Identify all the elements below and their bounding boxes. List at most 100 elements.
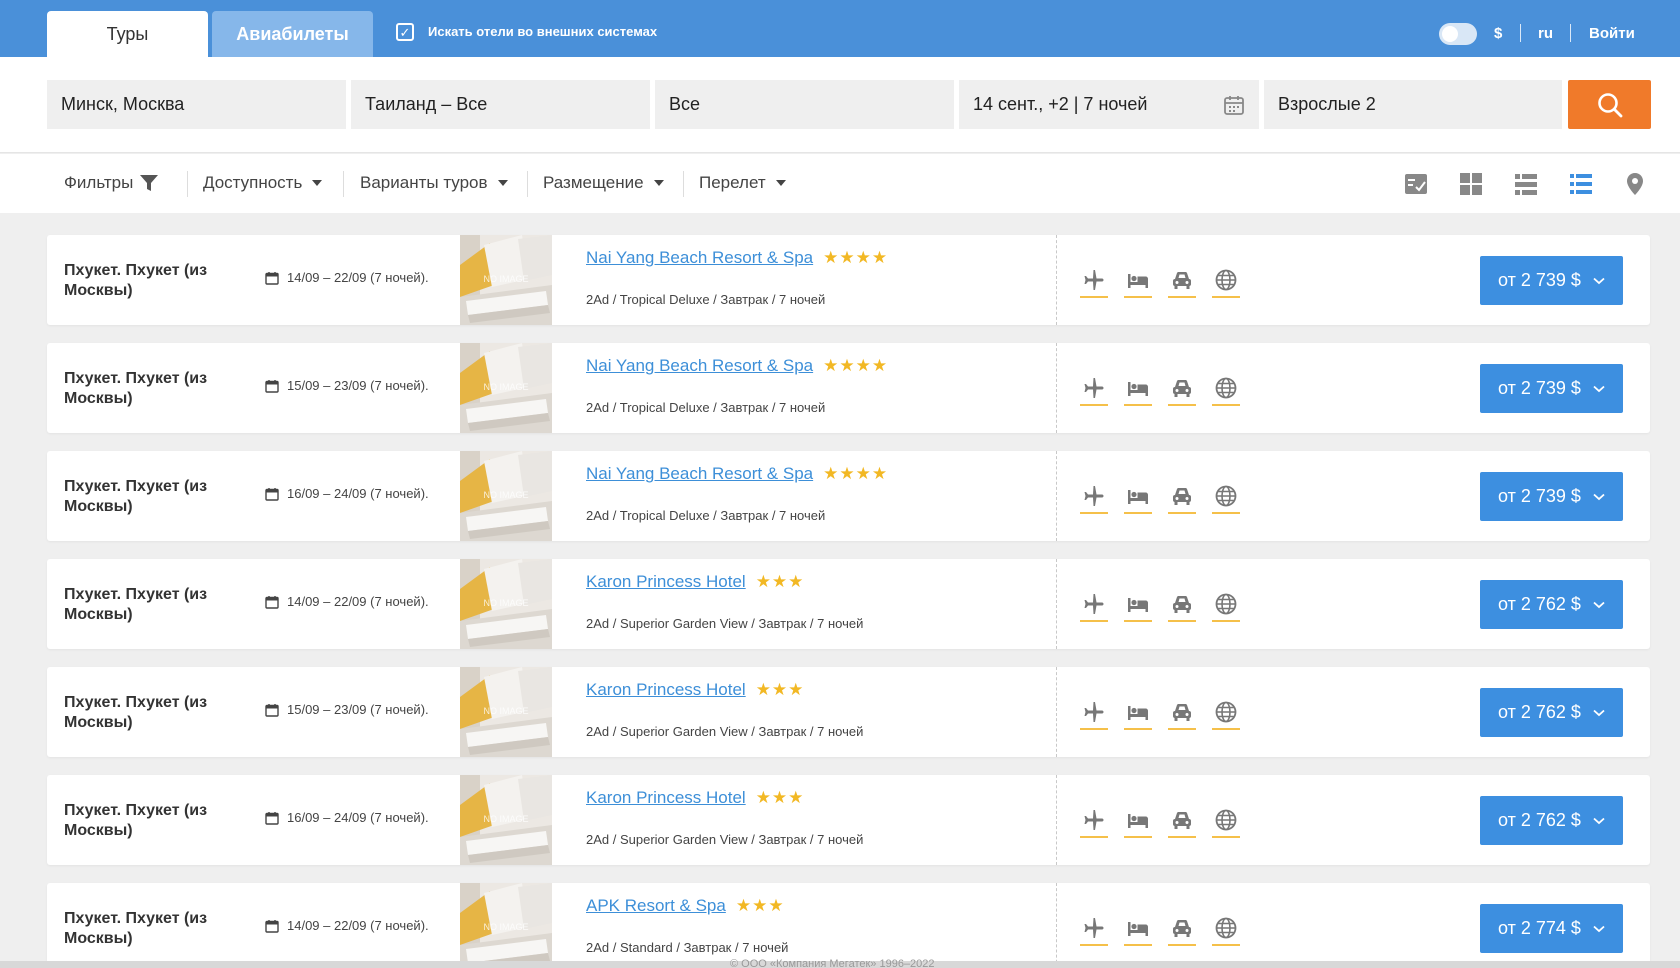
hotel-name-link[interactable]: APK Resort & Spa bbox=[586, 896, 726, 916]
price-button[interactable]: от 2 739 $ bbox=[1480, 256, 1623, 305]
accommodation-included[interactable] bbox=[1124, 916, 1152, 946]
hotel-name-link[interactable]: Nai Yang Beach Resort & Spa bbox=[586, 356, 813, 376]
flight-included[interactable] bbox=[1080, 700, 1108, 730]
result-card: Пхукет. Пхукет (из Москвы) 14/09 – 22/09… bbox=[47, 235, 1650, 325]
divider bbox=[1570, 24, 1571, 42]
transfer-included[interactable] bbox=[1168, 376, 1196, 406]
divider bbox=[527, 171, 528, 197]
bed-icon bbox=[1128, 814, 1148, 828]
hotel-photo[interactable]: NO IMAGE bbox=[460, 667, 552, 757]
destination-name: Пхукет. Пхукет (из Москвы) bbox=[64, 262, 208, 299]
accommodation-included[interactable] bbox=[1124, 592, 1152, 622]
hotel-photo[interactable]: NO IMAGE bbox=[460, 775, 552, 865]
insurance-included[interactable] bbox=[1212, 916, 1240, 946]
accommodation-included[interactable] bbox=[1124, 376, 1152, 406]
checklist-view-icon[interactable] bbox=[1403, 171, 1429, 197]
hotel-name-link[interactable]: Karon Princess Hotel bbox=[586, 788, 746, 808]
insurance-included[interactable] bbox=[1212, 700, 1240, 730]
divider bbox=[683, 171, 684, 197]
transfer-included[interactable] bbox=[1168, 268, 1196, 298]
flight-included[interactable] bbox=[1080, 268, 1108, 298]
price-button[interactable]: от 2 762 $ bbox=[1480, 796, 1623, 845]
hotel-name-link[interactable]: Karon Princess Hotel bbox=[586, 680, 746, 700]
currency-selector[interactable]: $ bbox=[1494, 25, 1502, 42]
grid-view-icon[interactable] bbox=[1458, 171, 1484, 197]
external-search-label: Искать отели во внешних системах bbox=[428, 24, 658, 39]
price-button[interactable]: от 2 762 $ bbox=[1480, 688, 1623, 737]
flight-included[interactable] bbox=[1080, 808, 1108, 838]
departure-field[interactable]: Минск, Москва bbox=[47, 80, 346, 129]
login-link[interactable]: Войти bbox=[1589, 25, 1635, 42]
flight-included[interactable] bbox=[1080, 484, 1108, 514]
insurance-included[interactable] bbox=[1212, 808, 1240, 838]
accommodation-included[interactable] bbox=[1124, 700, 1152, 730]
destination-field[interactable]: Таиланд – Все bbox=[351, 80, 650, 129]
accommodation-dropdown[interactable]: Размещение bbox=[543, 173, 664, 193]
travelers-field[interactable]: Взрослые 2 bbox=[1264, 80, 1562, 129]
top-navigation-bar: Туры Авиабилеты ✓ Искать отели во внешни… bbox=[0, 0, 1680, 57]
hotel-name-link[interactable]: Karon Princess Hotel bbox=[586, 572, 746, 592]
insurance-included[interactable] bbox=[1212, 268, 1240, 298]
theme-toggle[interactable] bbox=[1439, 23, 1477, 45]
map-pin-icon[interactable] bbox=[1622, 171, 1648, 197]
car-icon bbox=[1173, 812, 1191, 829]
accommodation-included[interactable] bbox=[1124, 268, 1152, 298]
car-icon bbox=[1173, 488, 1191, 505]
bed-icon bbox=[1128, 706, 1148, 720]
plane-icon bbox=[1084, 378, 1104, 398]
availability-dropdown[interactable]: Доступность bbox=[203, 173, 323, 193]
transfer-included[interactable] bbox=[1168, 592, 1196, 622]
transfer-included[interactable] bbox=[1168, 484, 1196, 514]
accommodation-included[interactable] bbox=[1124, 808, 1152, 838]
price-button[interactable]: от 2 739 $ bbox=[1480, 364, 1623, 413]
calendar-icon bbox=[265, 811, 279, 825]
chevron-down-icon bbox=[1593, 817, 1605, 824]
hotel-photo[interactable]: NO IMAGE bbox=[460, 883, 552, 968]
accommodation-included[interactable] bbox=[1124, 484, 1152, 514]
divider bbox=[343, 171, 344, 197]
divider bbox=[1056, 451, 1057, 541]
chevron-down-icon bbox=[1593, 601, 1605, 608]
price-button[interactable]: от 2 739 $ bbox=[1480, 472, 1623, 521]
price-button[interactable]: от 2 762 $ bbox=[1480, 580, 1623, 629]
transfer-included[interactable] bbox=[1168, 808, 1196, 838]
insurance-included[interactable] bbox=[1212, 376, 1240, 406]
insurance-included[interactable] bbox=[1212, 592, 1240, 622]
calendar-icon bbox=[265, 487, 279, 501]
chevron-down-icon bbox=[1593, 709, 1605, 716]
external-search-checkbox[interactable]: ✓ bbox=[396, 23, 414, 41]
hotel-name-link[interactable]: Nai Yang Beach Resort & Spa bbox=[586, 248, 813, 268]
hotel-photo[interactable]: NO IMAGE bbox=[460, 559, 552, 649]
hotel-photo[interactable]: NO IMAGE bbox=[460, 235, 552, 325]
hotel-photo[interactable]: NO IMAGE bbox=[460, 451, 552, 541]
flight-dropdown[interactable]: Перелет bbox=[699, 173, 786, 193]
dates-text: 14/09 – 22/09 (7 ночей). bbox=[287, 594, 429, 609]
search-button[interactable] bbox=[1568, 80, 1651, 129]
car-icon bbox=[1173, 272, 1191, 289]
resort-field[interactable]: Все bbox=[655, 80, 954, 129]
tour-variants-dropdown[interactable]: Варианты туров bbox=[360, 173, 508, 193]
hotel-photo[interactable]: NO IMAGE bbox=[460, 343, 552, 433]
destination-name: Пхукет. Пхукет (из Москвы) bbox=[64, 370, 208, 407]
no-image-label: NO IMAGE bbox=[483, 274, 528, 284]
hotel-name-link[interactable]: Nai Yang Beach Resort & Spa bbox=[586, 464, 813, 484]
no-image-placeholder-icon: NO IMAGE bbox=[460, 343, 552, 433]
language-selector[interactable]: ru bbox=[1538, 25, 1553, 42]
list-view-icon[interactable] bbox=[1513, 171, 1539, 197]
calendar-icon[interactable] bbox=[1223, 94, 1245, 116]
tab-flights[interactable]: Авиабилеты bbox=[212, 11, 373, 57]
dates-field[interactable]: 14 сент., +2 | 7 ночей bbox=[959, 80, 1259, 129]
no-image-label: NO IMAGE bbox=[483, 706, 528, 716]
price-button[interactable]: от 2 774 $ bbox=[1480, 904, 1623, 953]
insurance-included[interactable] bbox=[1212, 484, 1240, 514]
flight-included[interactable] bbox=[1080, 592, 1108, 622]
globe-icon bbox=[1215, 593, 1237, 615]
flight-included[interactable] bbox=[1080, 376, 1108, 406]
filters-button[interactable]: Фильтры bbox=[64, 173, 159, 193]
transfer-included[interactable] bbox=[1168, 916, 1196, 946]
detailed-list-view-icon[interactable] bbox=[1568, 171, 1594, 197]
transfer-included[interactable] bbox=[1168, 700, 1196, 730]
flight-included[interactable] bbox=[1080, 916, 1108, 946]
tab-tours[interactable]: Туры bbox=[47, 11, 208, 57]
no-image-label: NO IMAGE bbox=[483, 490, 528, 500]
